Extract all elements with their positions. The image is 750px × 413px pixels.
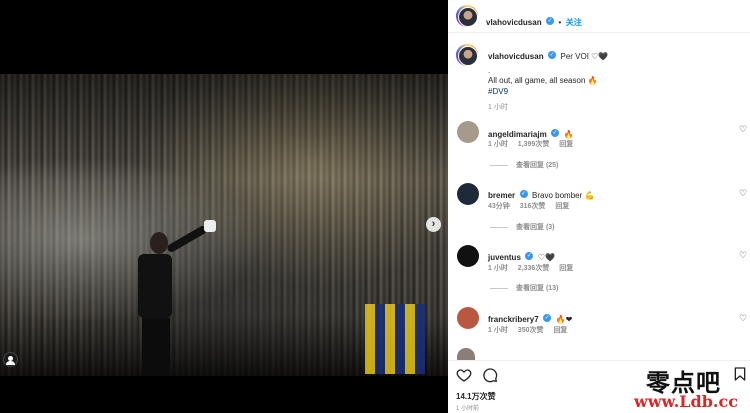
verified-icon: ✓ [525, 251, 534, 260]
commenter-avatar[interactable] [457, 183, 479, 205]
site-watermark: 零点吧 www.Ldb.cc [600, 360, 750, 413]
comment-like-heart-icon[interactable]: ♡ [738, 313, 748, 323]
comment-like-heart-icon[interactable]: ♡ [738, 124, 748, 134]
author-avatar[interactable] [456, 5, 478, 27]
comment-item: juventus ✓ ♡🖤 1 小时 2,336次赞 回复 ♡ 查看回复 (13… [448, 242, 750, 302]
player-glove [204, 220, 216, 232]
post-time: 1 小时前 [456, 406, 480, 412]
like-count[interactable]: 14.1万次赞 [456, 391, 496, 402]
comment-time: 1 小时 [488, 265, 508, 272]
caption-avatar[interactable] [456, 44, 478, 66]
commenter-avatar[interactable] [457, 307, 479, 329]
comment-likes[interactable]: 316次赞 [520, 203, 546, 210]
post-side-panel: vlahovicdusan ✓ • 关注 vlahovicdusan ✓ Per… [448, 0, 750, 413]
verified-icon: ✓ [546, 16, 555, 25]
commenter-username[interactable]: juventus [488, 253, 521, 262]
separator: • [558, 18, 562, 27]
comment-text: Bravo bomber 💪 [532, 191, 595, 200]
comment-text: 🔥❤ [555, 315, 573, 324]
comment-likes[interactable]: 1,399次赞 [518, 141, 550, 148]
comment-likes[interactable]: 2,336次赞 [518, 265, 550, 272]
post-media: › [0, 0, 448, 413]
hashtag-link[interactable]: #DV9 [488, 86, 738, 97]
comment-time: 43分钟 [488, 203, 510, 210]
carousel-next-icon[interactable]: › [426, 217, 441, 232]
caption: vlahovicdusan ✓ Per VOI ♡🖤 . All out, al… [488, 46, 738, 112]
comment-item: bremer ✓ Bravo bomber 💪 43分钟 316次赞 回复 ♡ … [448, 180, 750, 240]
player-figure [132, 220, 216, 376]
bookmark-icon[interactable] [732, 366, 748, 382]
reply-button[interactable]: 回复 [553, 327, 567, 334]
replies-divider [490, 287, 508, 289]
view-replies-label: 查看回复 (13) [516, 285, 559, 292]
follow-button[interactable]: 关注 [566, 18, 582, 27]
comment-meta: 1 小时 2,336次赞 回复 [488, 263, 581, 273]
reply-button[interactable]: 回复 [555, 203, 569, 210]
like-heart-icon[interactable] [456, 367, 472, 383]
view-replies-button[interactable]: 查看回复 (25) [490, 160, 558, 170]
view-replies-label: 查看回复 (25) [516, 162, 559, 169]
verified-icon: ✓ [548, 50, 557, 59]
comment-like-heart-icon[interactable]: ♡ [738, 188, 748, 198]
verified-icon: ✓ [551, 128, 560, 137]
commenter-avatar[interactable] [457, 121, 479, 143]
header-row: vlahovicdusan ✓ • 关注 [486, 12, 582, 30]
caption-line-1: Per VOI ♡🖤 [560, 52, 609, 61]
commenter-username[interactable]: franckribery7 [488, 315, 539, 324]
comment-text: ♡🖤 [537, 253, 555, 262]
commenter-username[interactable]: angeldimariajm [488, 130, 547, 139]
commenter-avatar[interactable] [457, 245, 479, 267]
caption-line-2: . [488, 66, 491, 75]
post-header: vlahovicdusan ✓ • 关注 [448, 0, 750, 33]
caption-time: 1 小时 [488, 104, 508, 111]
comment-icon[interactable] [482, 367, 498, 383]
player-head [150, 232, 168, 254]
reply-button[interactable]: 回复 [559, 141, 573, 148]
reply-button[interactable]: 回复 [559, 265, 573, 272]
watermark-url: www.Ldb.cc [634, 392, 738, 411]
comment-time: 1 小时 [488, 327, 508, 334]
post-photo[interactable] [0, 74, 448, 376]
comment-item: angeldimariajm ✓ 🔥 1 小时 1,399次赞 回复 ♡ 查看回… [448, 118, 750, 178]
player-body [138, 254, 172, 318]
view-replies-button[interactable]: 查看回复 (3) [490, 222, 555, 232]
comment-like-heart-icon[interactable]: ♡ [738, 250, 748, 260]
replies-divider [490, 164, 508, 166]
tagged-users-icon[interactable] [3, 352, 18, 367]
verified-icon: ✓ [519, 189, 528, 198]
caption-username[interactable]: vlahovicdusan [488, 52, 544, 61]
verified-icon: ✓ [543, 313, 552, 322]
comment-meta: 43分钟 316次赞 回复 [488, 201, 577, 211]
comment-text: 🔥 [563, 130, 574, 139]
view-replies-label: 查看回复 (3) [516, 224, 555, 231]
comment-time: 1 小时 [488, 141, 508, 148]
caption-line-3: All out, all game, all season 🔥 [488, 76, 598, 85]
author-username[interactable]: vlahovicdusan [486, 18, 542, 27]
comment-meta: 1 小时 350次赞 回复 [488, 325, 575, 335]
comment-item: franckribery7 ✓ 🔥❤ 1 小时 350次赞 回复 ♡ [448, 304, 750, 344]
replies-divider [490, 226, 508, 228]
comment-likes[interactable]: 350次赞 [518, 327, 544, 334]
comment-meta: 1 小时 1,399次赞 回复 [488, 139, 581, 149]
player-legs [142, 318, 170, 376]
fan-flag [365, 304, 425, 374]
commenter-username[interactable]: bremer [488, 191, 515, 200]
view-replies-button[interactable]: 查看回复 (13) [490, 283, 558, 293]
